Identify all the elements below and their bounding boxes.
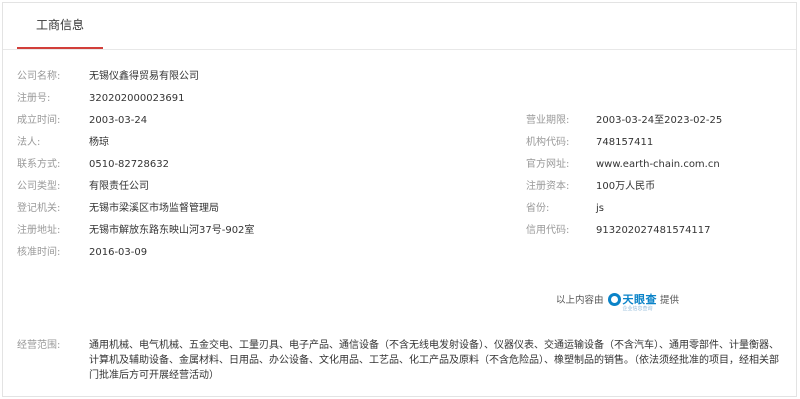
field-label: 联系方式: [17, 159, 61, 170]
business-scope-text: 通用机械、电气机械、五金交电、工量刃具、电子产品、通信设备（不含无线电发射设备）… [89, 340, 779, 381]
field-label: 机构代码: [526, 137, 570, 148]
field-value: 无锡市梁溪区市场监督管理局 [89, 203, 219, 214]
field-organization-code: 机构代码: 748157411 [526, 136, 786, 150]
field-official-website: 官方网址: www.earth-chain.com.cn [526, 158, 786, 172]
field-label: 核准时间: [17, 247, 61, 258]
field-label: 经营范围: [17, 340, 61, 351]
field-business-scope: 经营范围: 通用机械、电气机械、五金交电、工量刃具、电子产品、通信设备（不含无线… [17, 338, 787, 388]
field-credit-code: 信用代码: 91320202748157411​7 [526, 224, 786, 238]
field-label: 登记机关: [17, 203, 61, 214]
field-label: 营业期限: [526, 115, 570, 126]
field-value: 2003-03-24 [89, 115, 148, 126]
field-label: 法人: [17, 137, 41, 148]
field-value: js [596, 203, 604, 214]
field-value: 2016-03-09 [89, 247, 148, 258]
field-founded-date: 成立时间: 2003-03-24 [17, 114, 477, 128]
field-registration-number: 注册号: 320202000023691 [17, 92, 477, 106]
tab-bar: 工商信息 [3, 3, 796, 50]
field-value: 0510-82728632 [89, 159, 169, 170]
field-value: 320202000023691 [89, 93, 185, 104]
field-company-type: 公司类型: 有限责任公司 [17, 180, 477, 194]
data-provider-credit: 以上内容由 天眼查 企业信息查询 提供 [556, 289, 680, 312]
field-label: 公司名称: [17, 71, 61, 82]
field-value: 杨琼 [89, 137, 109, 148]
field-label: 官方网址: [526, 159, 570, 170]
field-value: 748157411 [596, 137, 654, 148]
field-value: 100万人民币 [596, 181, 656, 192]
field-registered-address: 注册地址: 无锡市解放东路东映山河37号-902室 [17, 224, 477, 238]
business-info-panel: 工商信息 公司名称: 无锡仪鑫得贸易有限公司 注册号: 320202000023… [2, 2, 797, 397]
field-company-name: 公司名称: 无锡仪鑫得贸易有限公司 [17, 70, 477, 84]
tianyancha-logo-icon [607, 292, 621, 306]
provider-suffix: 提供 [660, 295, 680, 306]
field-label: 成立时间: [17, 115, 61, 126]
tab-business-info[interactable]: 工商信息 [17, 3, 103, 49]
field-registered-capital: 注册资本: 100万人民币 [526, 180, 786, 194]
website-link[interactable]: www.earth-chain.com.cn [596, 158, 720, 172]
field-value: 无锡仪鑫得贸易有限公司 [89, 71, 199, 82]
tianyancha-logo[interactable]: 天眼查 企业信息查询 [607, 291, 658, 312]
field-province: 省份: js [526, 202, 786, 216]
field-label: 注册地址: [17, 225, 61, 236]
field-value: 无锡市解放东路东映山河37号-902室 [89, 225, 255, 236]
field-label: 信用代码: [526, 225, 570, 236]
field-label: 注册资本: [526, 181, 570, 192]
field-approval-date: 核准时间: 2016-03-09 [17, 246, 477, 260]
provider-prefix: 以上内容由 [556, 295, 604, 306]
field-value: 91320202748157411​7 [596, 225, 711, 236]
field-value: 2003-03-24至2023-02-25 [596, 115, 723, 126]
field-value: 有限责任公司 [89, 181, 149, 192]
field-business-term: 营业期限: 2003-03-24至2023-02-25 [526, 114, 786, 128]
tianyancha-logo-subtext: 企业信息查询 [622, 306, 653, 312]
field-legal-person: 法人: 杨琼 [17, 136, 477, 150]
field-contact: 联系方式: 0510-82728632 [17, 158, 477, 172]
field-registration-authority: 登记机关: 无锡市梁溪区市场监督管理局 [17, 202, 477, 216]
field-label: 公司类型: [17, 181, 61, 192]
field-label: 注册号: [17, 93, 51, 104]
field-label: 省份: [526, 203, 550, 214]
